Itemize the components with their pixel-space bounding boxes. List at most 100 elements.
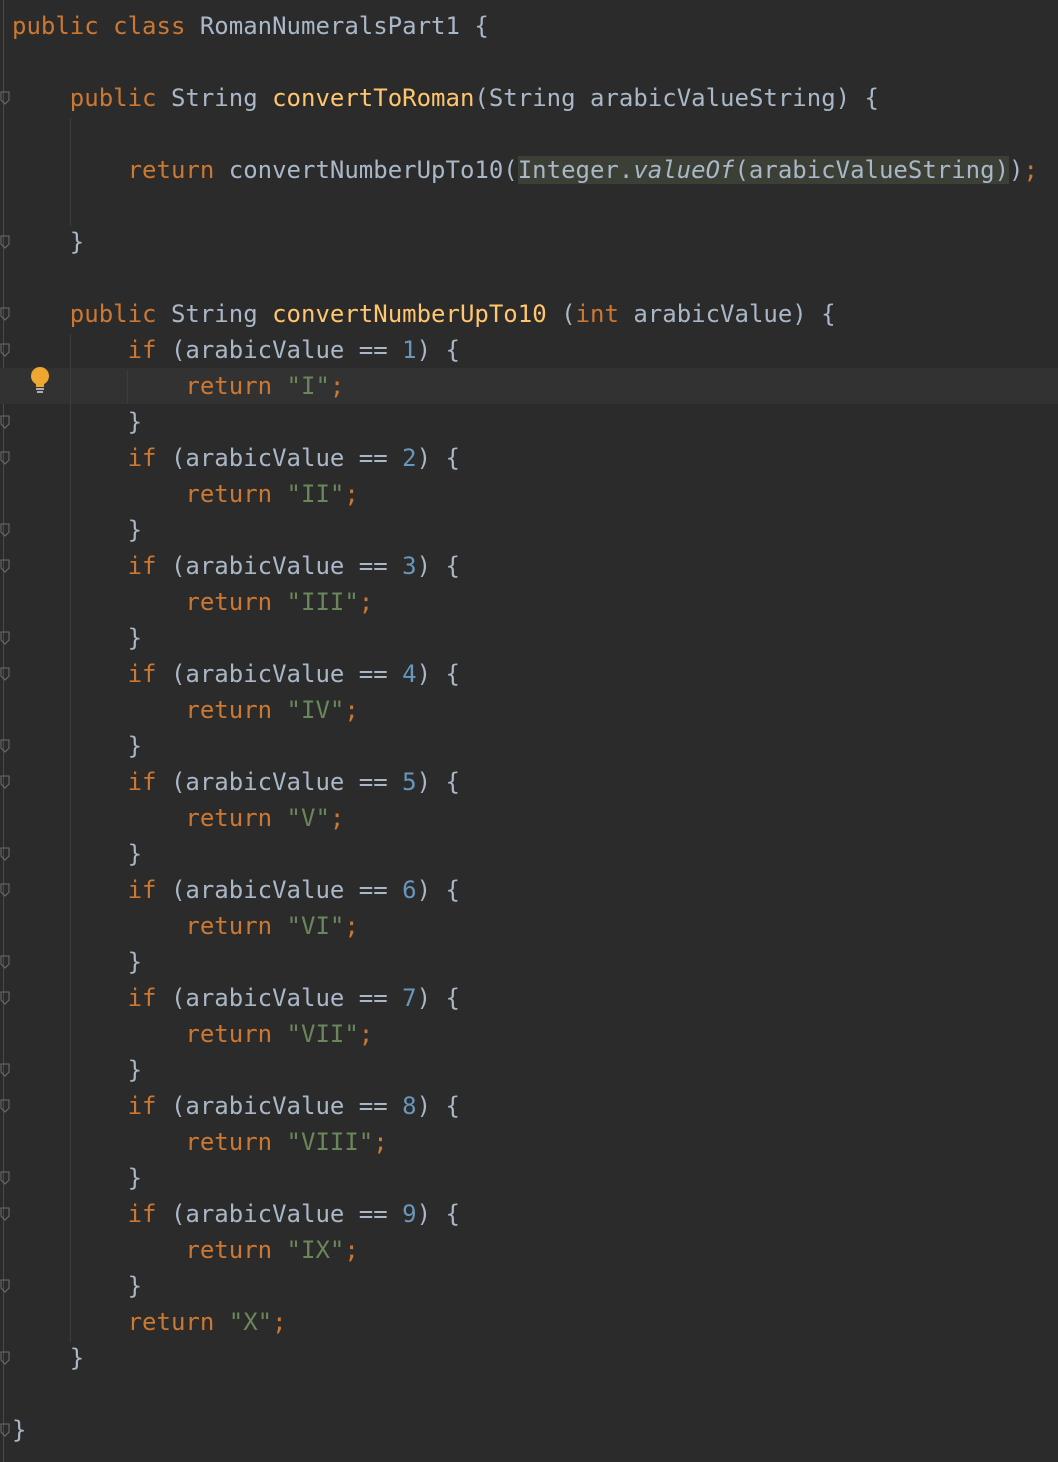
- code-token: }: [12, 840, 143, 868]
- code-token: ) {: [416, 336, 460, 364]
- code-token: return: [127, 156, 229, 184]
- code-token: if: [127, 984, 171, 1012]
- code-token: "III": [286, 588, 359, 616]
- code-token: ) {: [416, 1200, 460, 1228]
- code-line[interactable]: return "X";: [12, 1304, 287, 1340]
- code-line[interactable]: }: [12, 1412, 26, 1448]
- code-line[interactable]: }: [12, 620, 142, 656]
- code-line[interactable]: }: [12, 224, 84, 260]
- fold-marker-icon[interactable]: [0, 91, 10, 105]
- code-token: }: [12, 228, 85, 256]
- code-token: ;: [344, 912, 359, 940]
- code-token: if: [127, 1092, 171, 1120]
- code-token: "IX": [286, 1236, 345, 1264]
- code-line[interactable]: }: [12, 404, 142, 440]
- fold-marker-icon[interactable]: [0, 1099, 10, 1113]
- code-token: ) {: [416, 660, 460, 688]
- code-token: return: [185, 1236, 287, 1264]
- code-token: ;: [272, 1308, 287, 1336]
- code-token: 2: [402, 444, 417, 472]
- code-line[interactable]: return "II";: [12, 476, 359, 512]
- fold-marker-icon[interactable]: [0, 559, 10, 573]
- fold-marker-icon[interactable]: [0, 307, 10, 321]
- code-token: String: [170, 84, 273, 112]
- code-line[interactable]: return "VIII";: [12, 1124, 387, 1160]
- fold-marker-icon[interactable]: [0, 1063, 10, 1077]
- fold-marker-icon[interactable]: [0, 451, 10, 465]
- fold-marker-icon[interactable]: [0, 847, 10, 861]
- code-line[interactable]: if (arabicValue == 5) {: [12, 764, 460, 800]
- fold-marker-icon[interactable]: [0, 955, 10, 969]
- code-token: "IV": [286, 696, 345, 724]
- code-token: return: [185, 696, 287, 724]
- code-token: if: [127, 336, 171, 364]
- code-line[interactable]: }: [12, 944, 142, 980]
- code-line[interactable]: if (arabicValue == 2) {: [12, 440, 460, 476]
- code-line[interactable]: return "IX";: [12, 1232, 358, 1268]
- fold-marker-icon[interactable]: [0, 775, 10, 789]
- code-token: public: [69, 84, 171, 112]
- code-token: ;: [344, 480, 359, 508]
- code-token: (arabicValueString): [734, 156, 1010, 184]
- code-line[interactable]: }: [12, 1052, 142, 1088]
- code-token: public class: [12, 12, 200, 40]
- code-line[interactable]: return convertNumberUpTo10(Integer.value…: [12, 152, 1038, 188]
- code-token: (arabicValue ==: [170, 876, 403, 904]
- fold-marker-icon[interactable]: [0, 235, 10, 249]
- code-line[interactable]: public String convertToRoman(String arab…: [12, 80, 879, 116]
- code-editor[interactable]: public class RomanNumeralsPart1 { public…: [0, 0, 1058, 1462]
- fold-marker-icon[interactable]: [0, 1279, 10, 1293]
- code-token: 6: [402, 876, 417, 904]
- code-line[interactable]: if (arabicValue == 4) {: [12, 656, 460, 692]
- code-token: return: [185, 588, 287, 616]
- fold-marker-icon[interactable]: [0, 343, 10, 357]
- code-line[interactable]: public String convertNumberUpTo10 (int a…: [12, 296, 836, 332]
- code-line[interactable]: }: [12, 512, 142, 548]
- fold-marker-icon[interactable]: [0, 523, 10, 537]
- code-line[interactable]: }: [12, 1268, 142, 1304]
- fold-marker-icon[interactable]: [0, 1423, 10, 1437]
- code-token: "VIII": [286, 1128, 374, 1156]
- code-line[interactable]: if (arabicValue == 9) {: [12, 1196, 460, 1232]
- code-token: ;: [358, 588, 374, 616]
- code-token: ;: [1023, 156, 1038, 184]
- code-token: RomanNumeralsPart1 {: [199, 12, 489, 40]
- code-line[interactable]: return "III";: [12, 584, 373, 620]
- fold-marker-icon[interactable]: [0, 991, 10, 1005]
- code-line[interactable]: public class RomanNumeralsPart1 {: [12, 8, 489, 44]
- code-token: if: [127, 552, 171, 580]
- code-line[interactable]: if (arabicValue == 3) {: [12, 548, 460, 584]
- fold-marker-icon[interactable]: [0, 631, 10, 645]
- code-line[interactable]: if (arabicValue == 1) {: [12, 332, 460, 368]
- fold-marker-icon[interactable]: [0, 1351, 10, 1365]
- code-line[interactable]: }: [12, 836, 142, 872]
- lightbulb-icon[interactable]: [28, 366, 52, 396]
- code-line[interactable]: return "VI";: [12, 908, 359, 944]
- code-line[interactable]: if (arabicValue == 6) {: [12, 872, 460, 908]
- code-line[interactable]: return "V";: [12, 800, 344, 836]
- code-line[interactable]: return "VII";: [12, 1016, 373, 1052]
- fold-marker-icon[interactable]: [0, 1207, 10, 1221]
- code-line[interactable]: return "I";: [12, 368, 344, 404]
- code-line[interactable]: }: [12, 728, 142, 764]
- code-line[interactable]: return "IV";: [12, 692, 358, 728]
- code-line[interactable]: }: [12, 1340, 84, 1376]
- code-line[interactable]: if (arabicValue == 7) {: [12, 980, 460, 1016]
- code-line[interactable]: if (arabicValue == 8) {: [12, 1088, 460, 1124]
- code-line[interactable]: }: [12, 1160, 142, 1196]
- fold-marker-icon[interactable]: [0, 667, 10, 681]
- fold-marker-icon[interactable]: [0, 883, 10, 897]
- fold-marker-icon[interactable]: [0, 415, 10, 429]
- fold-marker-icon[interactable]: [0, 1171, 10, 1185]
- fold-marker-icon[interactable]: [0, 739, 10, 753]
- code-token: if: [127, 768, 171, 796]
- code-token: convertToRoman: [272, 84, 475, 112]
- code-token: ) {: [416, 1092, 460, 1120]
